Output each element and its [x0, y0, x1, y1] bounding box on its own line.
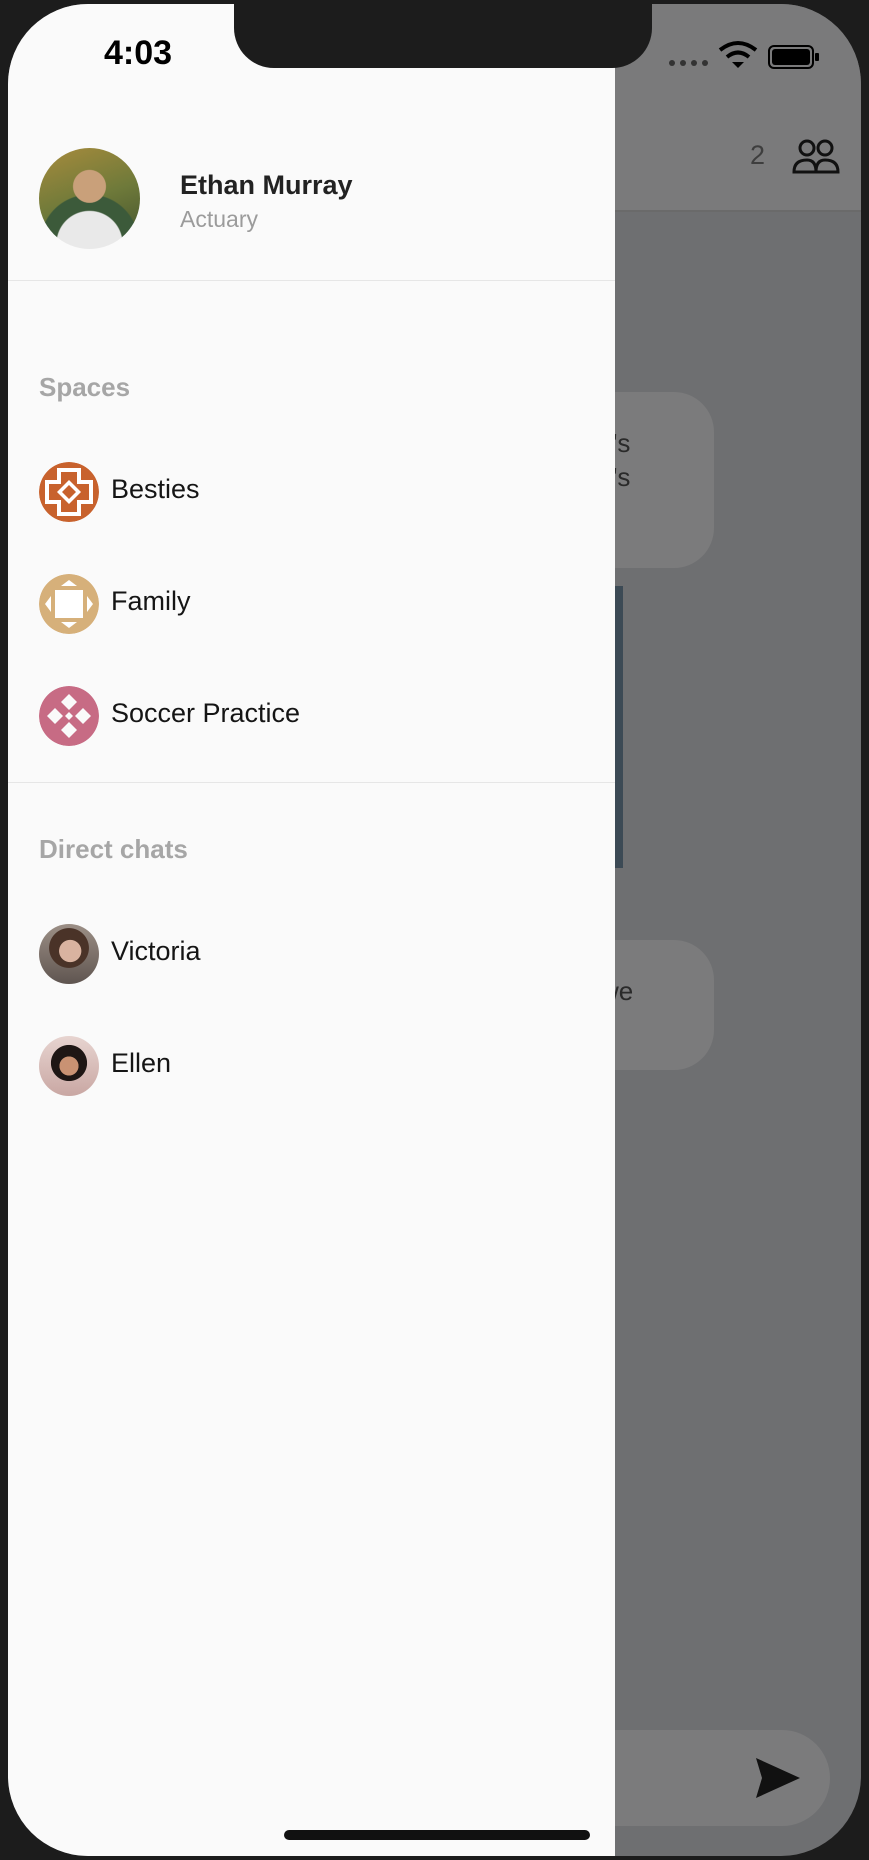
device-notch	[234, 4, 652, 68]
status-time: 4:03	[104, 34, 173, 72]
direct-chat-item-victoria[interactable]: Victoria	[8, 904, 615, 1000]
home-indicator[interactable]	[284, 1830, 590, 1840]
besties-space-icon	[39, 462, 99, 522]
space-item-besties[interactable]: Besties	[8, 442, 615, 538]
section-divider	[8, 782, 615, 783]
phone-screen: 2 o's o's we Ethan Murray Actuary Spaces	[8, 4, 861, 1856]
direct-chats-section-title: Direct chats	[39, 834, 188, 864]
spaces-section-title: Spaces	[39, 372, 131, 402]
space-label: Family	[111, 586, 191, 616]
space-item-soccer-practice[interactable]: Soccer Practice	[8, 666, 615, 762]
space-label: Besties	[111, 474, 200, 504]
direct-chat-item-ellen[interactable]: Ellen	[8, 1016, 615, 1112]
profile-name: Ethan Murray	[180, 170, 353, 200]
member-count: 2	[750, 140, 766, 170]
battery-icon	[768, 45, 819, 69]
navigation-drawer: Ethan Murray Actuary Spaces Besties Fami…	[8, 4, 615, 1856]
family-space-icon	[39, 574, 99, 634]
send-icon[interactable]	[754, 1756, 802, 1800]
space-label: Soccer Practice	[111, 698, 301, 728]
victoria-avatar	[39, 924, 99, 984]
direct-chat-label: Victoria	[111, 936, 201, 966]
soccer-space-icon	[39, 686, 99, 746]
profile-avatar[interactable]	[39, 148, 140, 249]
wifi-icon	[718, 41, 758, 68]
direct-chat-label: Ellen	[111, 1048, 172, 1078]
space-item-family[interactable]: Family	[8, 554, 615, 650]
members-icon[interactable]	[792, 136, 840, 176]
profile-role: Actuary	[180, 206, 258, 232]
ellen-avatar	[39, 1036, 99, 1096]
cellular-signal-icon	[669, 60, 708, 66]
